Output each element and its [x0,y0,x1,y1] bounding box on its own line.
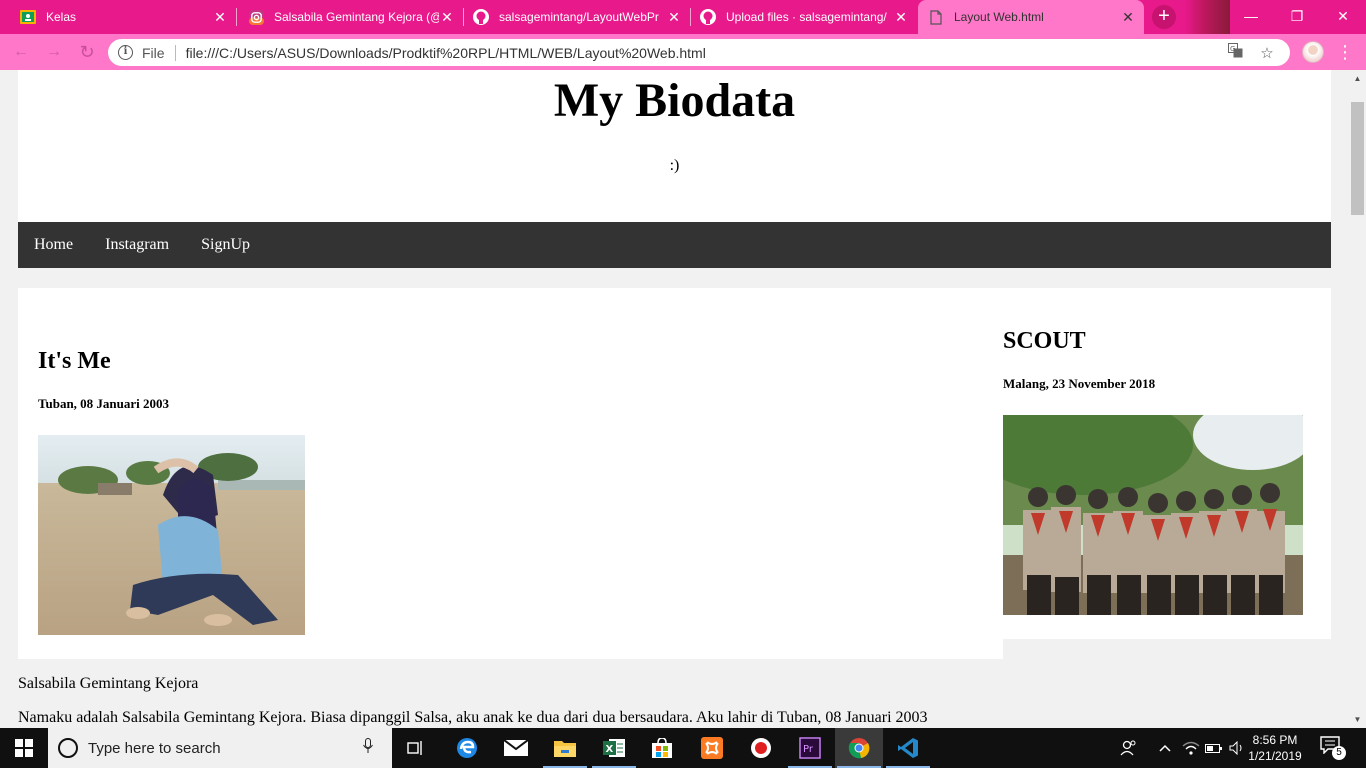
show-hidden-icons-chevron-icon[interactable] [1154,728,1176,768]
instagram-icon [248,9,264,25]
right-card: SCOUT Malang, 23 November 2018 [1003,288,1331,639]
xampp-icon[interactable] [688,728,736,768]
svg-text:X: X [606,744,614,755]
wifi-icon[interactable] [1180,728,1202,768]
scheme-chip: File [142,44,165,61]
scroll-down-icon[interactable]: ▼ [1349,711,1366,728]
translate-icon[interactable]: G [1226,43,1244,62]
page-title: My Biodata [553,74,796,127]
scroll-thumb[interactable] [1351,102,1364,215]
recorder-icon[interactable] [737,728,785,768]
windows-taskbar: Type here to search X Pr 8:56 PM 1/21/20… [0,728,1366,768]
task-view-icon[interactable] [392,728,440,768]
tab-instagram[interactable]: Salsabila Gemintang Kejora (@ ✕ [236,0,463,34]
nav-signup-link[interactable]: SignUp [185,222,266,268]
close-icon[interactable]: ✕ [666,9,682,25]
page-subtitle: :) [669,157,680,174]
windows-icon [15,739,33,757]
address-bar[interactable]: i File file:///C:/Users/ASUS/Downloads/P… [108,39,1290,66]
bio-paragraph: Namaku adalah Salsabila Gemintang Kejora… [18,709,928,726]
tab-layout-web[interactable]: Layout Web.html ✕ [918,0,1144,34]
excel-icon[interactable]: X [590,728,638,768]
scout-group-photo [1003,415,1303,615]
new-tab-button[interactable]: + [1152,5,1176,29]
back-button[interactable]: ← [10,42,32,62]
nav-instagram-link[interactable]: Instagram [89,222,185,268]
browser-toolbar: ← → ↻ i File file:///C:/Users/ASUS/Downl… [0,34,1366,70]
github-icon [473,9,489,25]
start-button[interactable] [0,728,48,768]
beach-photo [38,435,305,635]
url-text[interactable]: file:///C:/Users/ASUS/Downloads/Prodktif… [186,45,1226,61]
notification-count: 5 [1332,746,1346,760]
premiere-icon[interactable]: Pr [786,728,834,768]
card-date: Tuban, 08 Januari 2003 [38,396,170,411]
minimize-button[interactable]: — [1228,0,1274,34]
store-icon[interactable] [638,728,686,768]
tab-title: Salsabila Gemintang Kejora (@ [274,10,439,24]
tab-github-layout[interactable]: salsagemintang/LayoutWebPr ✕ [463,0,690,34]
github-icon [700,9,716,25]
search-placeholder: Type here to search [88,739,221,757]
forward-button[interactable]: → [43,42,65,62]
svg-text:G: G [1230,45,1235,53]
restore-button[interactable]: ❐ [1274,0,1320,34]
page-viewport: My Biodata :) Home Instagram SignUp It's… [0,70,1349,728]
close-icon[interactable]: ✕ [893,9,909,25]
left-card: It's Me Tuban, 08 Januari 2003 [18,288,1003,659]
file-icon [928,9,944,25]
tab-kelas[interactable]: Kelas ✕ [0,0,236,34]
card-heading: SCOUT [1003,328,1086,354]
close-icon[interactable]: ✕ [212,9,228,25]
tab-strip: Kelas ✕ Salsabila Gemintang Kejora (@ ✕ … [0,0,1366,34]
theme-decoration [1185,0,1230,34]
file-explorer-icon[interactable] [541,728,589,768]
people-icon[interactable] [1116,728,1142,768]
card-date: Malang, 23 November 2018 [1003,376,1156,391]
svg-text:Pr: Pr [803,744,814,755]
cortana-icon [58,738,78,758]
info-icon[interactable]: i [118,45,133,60]
close-window-button[interactable]: ✕ [1320,0,1366,34]
bookmark-star-icon[interactable]: ☆ [1258,44,1276,62]
tab-title: salsagemintang/LayoutWebPr [499,10,659,24]
clock-time: 8:56 PM [1252,733,1298,747]
google-classroom-icon [20,9,36,25]
battery-icon[interactable] [1203,728,1225,768]
divider [174,44,176,61]
tab-title: Upload files · salsagemintang/ [726,10,887,24]
close-icon[interactable]: ✕ [439,9,455,25]
taskbar-search[interactable]: Type here to search [48,728,392,768]
edge-icon[interactable] [443,728,491,768]
page-header: My Biodata :) [18,70,1331,222]
clock-date: 1/21/2019 [1248,749,1302,763]
microphone-icon[interactable] [358,738,378,758]
chrome-icon[interactable] [835,728,883,768]
close-icon[interactable]: ✕ [1120,9,1136,25]
action-center-button[interactable]: 5 [1320,736,1346,760]
reload-button[interactable]: ↻ [76,42,98,62]
system-clock[interactable]: 8:56 PM 1/21/2019 [1244,732,1306,764]
top-nav: Home Instagram SignUp [18,222,1331,268]
vscode-icon[interactable] [884,728,932,768]
tab-title: Layout Web.html [954,10,1044,24]
bio-name: Salsabila Gemintang Kejora [18,675,199,692]
menu-icon[interactable]: ⋮ [1336,42,1354,62]
card-heading: It's Me [38,348,111,374]
tab-title: Kelas [46,10,77,24]
mail-icon[interactable] [492,728,540,768]
nav-home-link[interactable]: Home [18,222,89,268]
scroll-up-icon[interactable]: ▲ [1349,70,1366,87]
vertical-scrollbar[interactable]: ▲ ▼ [1349,70,1366,728]
tab-github-upload[interactable]: Upload files · salsagemintang/ ✕ [690,0,917,34]
profile-avatar[interactable] [1302,41,1324,63]
